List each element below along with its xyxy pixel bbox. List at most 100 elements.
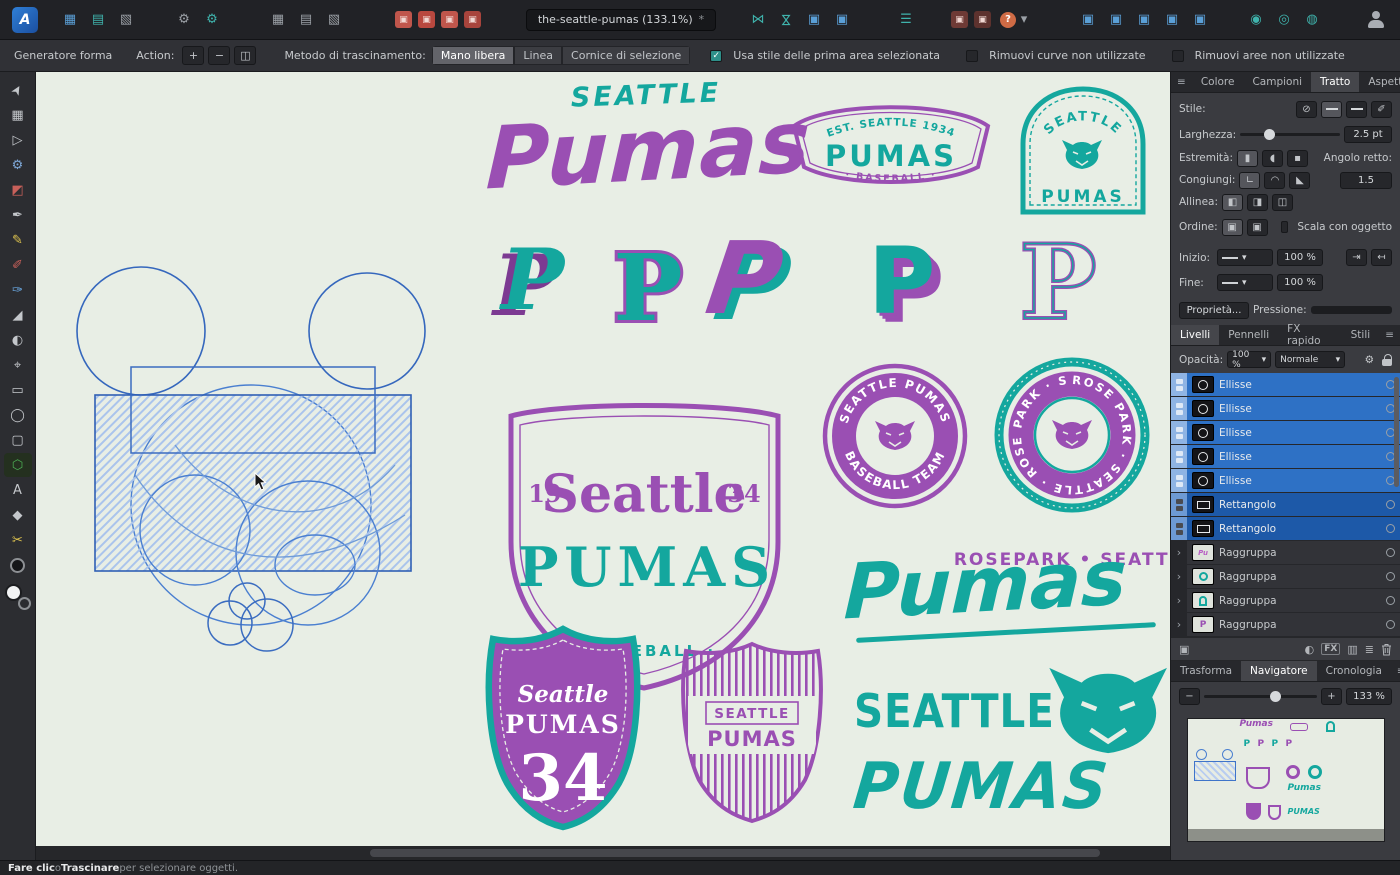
account-person-icon[interactable] [1366, 10, 1386, 30]
zoom-value[interactable]: 133 % [1346, 688, 1392, 705]
stroke-dash-button[interactable] [1346, 101, 1367, 118]
table-icon-3[interactable]: ▧ [322, 9, 346, 31]
snap-option-icon-2[interactable]: ▣ [418, 11, 435, 28]
action-subtract-button[interactable]: − [208, 46, 230, 65]
zoom-slider[interactable] [1204, 695, 1317, 698]
artwork-striped-shield[interactable]: SEATTLE PUMAS [672, 636, 832, 828]
letter-p-3[interactable]: P [700, 220, 790, 337]
tab-campioni[interactable]: Campioni [1243, 72, 1311, 92]
end-style-dropdown[interactable]: ▾ [1217, 274, 1273, 291]
layer-row[interactable]: Ellisse [1171, 469, 1400, 493]
node-tool[interactable]: ▷ [4, 128, 32, 152]
layer-row[interactable]: Ellisse [1171, 397, 1400, 421]
flip-vertical-icon[interactable]: ⋈ [775, 8, 797, 32]
artwork-script-logo[interactable]: SEATTLE Pumas [486, 80, 806, 193]
artwork-wireframe-sketch[interactable] [75, 265, 435, 657]
point-transform-tool[interactable]: ⚙ [4, 153, 32, 177]
knife-tool[interactable]: ✂ [4, 528, 32, 552]
join-miter-button[interactable]: ∟ [1239, 172, 1260, 189]
panel-menu-icon[interactable]: ≡ [1177, 72, 1186, 92]
layers-menu-icon[interactable]: ≡ [1385, 325, 1394, 345]
view-mode-icon-3[interactable]: ◍ [1300, 9, 1324, 31]
blend-mode-dropdown[interactable]: Normale▾ [1275, 351, 1345, 368]
order-back-button[interactable]: ▣ [1247, 219, 1268, 236]
stroke-solid-button[interactable] [1321, 101, 1342, 118]
stroke-brush-button[interactable]: ✐ [1371, 101, 1392, 118]
layer-group-row[interactable]: ›Raggruppa [1171, 565, 1400, 589]
tab-tratto[interactable]: Tratto [1311, 72, 1359, 92]
align-center-button[interactable]: ◧ [1222, 194, 1243, 211]
action-add-button[interactable]: + [182, 46, 204, 65]
layer-select-dot[interactable] [1386, 572, 1395, 581]
adjustment-icon[interactable]: ◐ [1305, 643, 1315, 656]
cap-butt-button[interactable]: ▮ [1237, 150, 1258, 167]
rounded-rectangle-tool[interactable]: ▢ [4, 428, 32, 452]
text-tool[interactable]: A [4, 478, 32, 502]
letter-p-2[interactable]: P [598, 230, 698, 340]
action-combine-button[interactable]: ◫ [234, 46, 256, 65]
layer-select-dot[interactable] [1386, 596, 1395, 605]
layer-group-row[interactable]: ›PRaggruppa [1171, 613, 1400, 637]
insert-target-icon-1[interactable]: ▣ [951, 11, 968, 28]
view-mode-icon-1[interactable]: ◉ [1244, 9, 1268, 31]
layer-row[interactable]: Rettangolo [1171, 493, 1400, 517]
properties-button[interactable]: Proprietà... [1179, 302, 1249, 319]
document-title[interactable]: the-seattle-pumas (133.1%) * [526, 9, 716, 31]
tab-aspetto[interactable]: Aspetto [1359, 72, 1400, 92]
align-inside-button[interactable]: ◨ [1247, 194, 1268, 211]
tab-trasforma[interactable]: Trasforma [1171, 661, 1241, 681]
artwork-badge34-shield[interactable]: Seattle PUMAS 34 [478, 620, 648, 835]
columns-view-icon[interactable]: ▤ [86, 9, 110, 31]
duplicate-layer-icon[interactable]: ▣ [1179, 643, 1189, 656]
snap-option-icon-3[interactable]: ▣ [441, 11, 458, 28]
swap-start-button[interactable]: ⇥ [1346, 249, 1367, 266]
tab-livelli[interactable]: Livelli [1171, 325, 1219, 345]
move-tool[interactable]: ➤ [4, 78, 32, 102]
zoom-in-button[interactable]: + [1321, 688, 1342, 705]
rotate-ccw-icon[interactable]: ▣ [802, 9, 826, 31]
vector-brush-tool[interactable]: ✑ [4, 278, 32, 302]
rectangle-tool[interactable]: ▭ [4, 378, 32, 402]
opacity-value[interactable]: 100 %▾ [1227, 351, 1271, 368]
artwork-arch-badge[interactable]: EST. SEATTLE 1934 PUMAS · BASEBALL · [781, 86, 1001, 201]
tab-pennelli[interactable]: Pennelli [1219, 325, 1278, 345]
remove-areas-checkbox[interactable] [1172, 50, 1184, 62]
tab-stili[interactable]: Stili [1342, 325, 1380, 345]
table-icon-1[interactable]: ▦ [266, 9, 290, 31]
cap-round-button[interactable]: ◖ [1262, 150, 1283, 167]
delete-layer-trash-icon[interactable] [1381, 643, 1392, 656]
stroke-width-value[interactable]: 2.5 pt [1344, 126, 1392, 143]
layer-select-dot[interactable] [1386, 524, 1395, 533]
scale-with-object-checkbox[interactable] [1281, 221, 1289, 233]
navigator-preview[interactable]: Pumas P P P P Pumas PUMAS [1187, 718, 1385, 842]
app-icon[interactable]: A [12, 7, 38, 33]
new-layer-icon[interactable]: ≣ [1365, 643, 1374, 656]
artwork-stamp-badge[interactable]: SEATTLE PUMAS [1014, 80, 1152, 220]
layer-group-row[interactable]: ›Raggruppa [1171, 589, 1400, 613]
drag-method-freehand-button[interactable]: Mano libera [432, 46, 515, 65]
layer-settings-gear-icon[interactable]: ⚙ [1365, 354, 1374, 366]
layer-select-dot[interactable] [1386, 548, 1395, 557]
brush-tool[interactable]: ✐ [4, 253, 32, 277]
insert-target-icon-2[interactable]: ▣ [974, 11, 991, 28]
mask-icon[interactable]: ▥ [1347, 643, 1357, 656]
chart-icon[interactable]: ▧ [114, 9, 138, 31]
snap-toggle-icon-4[interactable]: ▣ [1160, 9, 1184, 31]
snap-option-icon-1[interactable]: ▣ [395, 11, 412, 28]
remove-curves-checkbox[interactable] [966, 50, 978, 62]
artwork-rosepark-script[interactable]: ROSEPARK • SEATTLE Pumas [844, 534, 1170, 644]
miter-value[interactable]: 1.5 [1340, 172, 1392, 189]
help-assistant-icon[interactable]: ? [1000, 12, 1016, 28]
snap-toggle-icon-2[interactable]: ▣ [1104, 9, 1128, 31]
stroke-width-slider[interactable] [1240, 133, 1340, 136]
layers-scrollbar[interactable] [1394, 377, 1399, 487]
letter-p-1[interactable]: P [501, 230, 564, 329]
tab-fx-rapido[interactable]: FX rapido [1278, 325, 1341, 345]
join-bevel-button[interactable]: ◣ [1289, 172, 1310, 189]
view-mode-icon-2[interactable]: ◎ [1272, 9, 1296, 31]
eyedropper-tool[interactable]: ◢ [4, 303, 32, 327]
cap-square-button[interactable]: ▪ [1287, 150, 1308, 167]
fill-stroke-swatch[interactable] [5, 584, 31, 610]
pencil-tool[interactable]: ✎ [4, 228, 32, 252]
stroke-none-button[interactable]: ⊘ [1296, 101, 1317, 118]
